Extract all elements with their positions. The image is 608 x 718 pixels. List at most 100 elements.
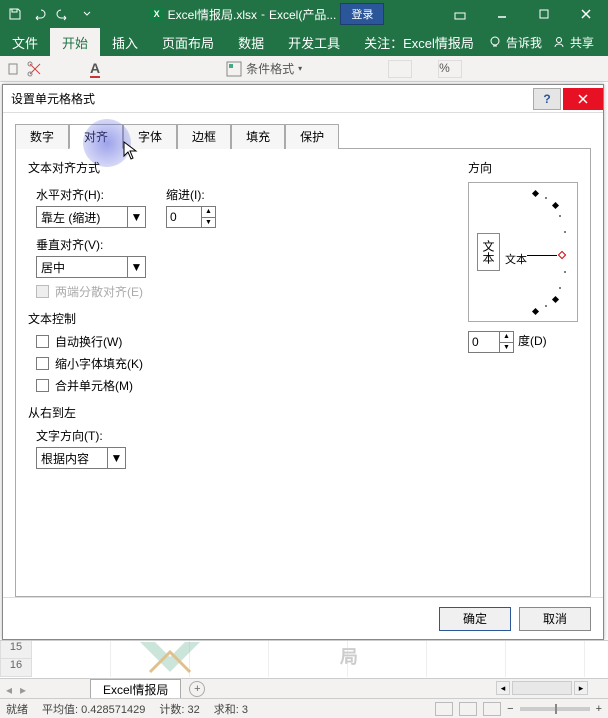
- cond-format-icon: [226, 61, 242, 77]
- degree-input[interactable]: [469, 335, 501, 349]
- redo-icon[interactable]: [52, 3, 74, 25]
- text-control-section-label: 文本控制: [28, 310, 456, 327]
- minimize-icon[interactable]: [484, 3, 520, 25]
- dialog-help-button[interactable]: ?: [533, 88, 561, 110]
- row-headers: 15 16: [0, 641, 32, 677]
- orientation-handle[interactable]: [558, 251, 566, 259]
- halign-value: 靠左 (缩进): [41, 209, 100, 226]
- orientation-line: [527, 255, 557, 256]
- indent-label: 缩进(I):: [166, 186, 216, 203]
- degree-spinner[interactable]: ▲▼: [468, 331, 514, 353]
- scroll-track[interactable]: [512, 681, 572, 695]
- tab-nav-next-icon[interactable]: ▸: [20, 683, 32, 695]
- valign-combo[interactable]: 居中 ▼: [36, 256, 146, 278]
- spin-up-icon[interactable]: ▲: [202, 207, 215, 218]
- zoom-slider[interactable]: [520, 707, 590, 711]
- dialog-tabstrip: 数字 对齐 字体 边框 填充 保护: [15, 123, 591, 149]
- percent-icon[interactable]: %: [438, 60, 462, 78]
- chevron-down-icon: ▼: [107, 448, 125, 468]
- dialog-titlebar: 设置单元格格式 ?: [3, 85, 603, 113]
- format-cells-dialog: 设置单元格格式 ? 数字 对齐 字体 边框 填充 保护 文本对齐方式 水平对齐(…: [2, 84, 604, 640]
- dlgtab-protection[interactable]: 保护: [285, 124, 339, 149]
- orientation-dial[interactable]: 文本: [501, 189, 571, 317]
- dlgtab-alignment[interactable]: 对齐: [69, 124, 123, 149]
- add-sheet-button[interactable]: +: [189, 681, 205, 697]
- text-dir-combo[interactable]: 根据内容 ▼: [36, 447, 126, 469]
- ribbon-options-icon[interactable]: [442, 3, 478, 25]
- window-title: X Excel情报局.xlsx - Excel(产品... 登录: [98, 3, 436, 25]
- spin-up-icon[interactable]: ▲: [500, 332, 513, 343]
- tell-me-text[interactable]: 告诉我: [506, 34, 542, 51]
- align-group-icon[interactable]: [388, 60, 412, 78]
- cancel-button[interactable]: 取消: [519, 607, 591, 631]
- shrink-checkbox[interactable]: [36, 357, 49, 370]
- tab-developer[interactable]: 开发工具: [276, 28, 352, 56]
- sheet-tab[interactable]: Excel情报局: [90, 679, 181, 699]
- dlgtab-fill[interactable]: 填充: [231, 124, 285, 149]
- qat-dropdown-icon[interactable]: [76, 3, 98, 25]
- alignment-panel: 文本对齐方式 水平对齐(H): 靠左 (缩进) ▼ 缩进(I): ▲▼: [15, 149, 591, 597]
- login-button[interactable]: 登录: [340, 3, 384, 25]
- view-pagebreak-icon[interactable]: [483, 702, 501, 716]
- valign-value: 居中: [41, 259, 65, 276]
- close-window-icon[interactable]: [568, 3, 604, 25]
- orientation-section-label: 方向: [468, 159, 578, 176]
- view-normal-icon[interactable]: [435, 702, 453, 716]
- tab-custom[interactable]: 关注：Excel情报局: [352, 28, 486, 56]
- excel-app-icon: X: [150, 7, 164, 21]
- status-sum: 求和: 3: [214, 701, 248, 717]
- horizontal-scrollbar[interactable]: ◂ ▸: [496, 681, 588, 695]
- font-color-icon[interactable]: A: [90, 60, 100, 78]
- spin-down-icon[interactable]: ▼: [202, 218, 215, 228]
- scroll-left-icon[interactable]: ◂: [496, 681, 510, 695]
- person-icon: [552, 35, 566, 49]
- wrap-checkbox[interactable]: [36, 335, 49, 348]
- row-header[interactable]: 15: [0, 641, 32, 659]
- share-button[interactable]: 共享: [546, 34, 600, 51]
- indent-spinner[interactable]: ▲▼: [166, 206, 216, 228]
- tab-pagelayout[interactable]: 页面布局: [150, 28, 226, 56]
- dialog-close-button[interactable]: [563, 88, 603, 110]
- conditional-format-button[interactable]: 条件格式 ▾: [226, 60, 302, 77]
- dlgtab-number[interactable]: 数字: [15, 124, 69, 149]
- shrink-label: 缩小字体填充(K): [55, 355, 143, 372]
- sheet-cells[interactable]: [32, 641, 608, 677]
- text-dir-value: 根据内容: [41, 450, 89, 467]
- worksheet-area: 15 16 局: [0, 640, 608, 678]
- maximize-icon[interactable]: [526, 3, 562, 25]
- tab-home[interactable]: 开始: [50, 28, 100, 56]
- status-count: 计数: 32: [159, 701, 199, 717]
- row-header[interactable]: 16: [0, 659, 32, 677]
- rtl-section-label: 从右到左: [28, 404, 456, 421]
- halign-label: 水平对齐(H):: [36, 186, 146, 203]
- merge-checkbox[interactable]: [36, 379, 49, 392]
- dialog-footer: 确定 取消: [3, 597, 603, 639]
- spin-down-icon[interactable]: ▼: [500, 343, 513, 353]
- paste-icon[interactable]: [6, 62, 20, 76]
- tab-insert[interactable]: 插入: [100, 28, 150, 56]
- save-icon[interactable]: [4, 3, 26, 25]
- cut-icon[interactable]: [26, 60, 44, 78]
- ok-button[interactable]: 确定: [439, 607, 511, 631]
- tab-nav-prev-icon[interactable]: ◂: [6, 683, 18, 695]
- status-avg: 平均值: 0.428571429: [42, 701, 145, 717]
- zoom-out-icon[interactable]: −: [507, 703, 513, 715]
- orientation-control[interactable]: 文本 文本: [468, 182, 578, 322]
- cond-format-label: 条件格式: [246, 60, 294, 77]
- view-pagelayout-icon[interactable]: [459, 702, 477, 716]
- dlgtab-border[interactable]: 边框: [177, 124, 231, 149]
- share-label: 共享: [570, 34, 594, 51]
- tab-file[interactable]: 文件: [0, 28, 50, 56]
- zoom-in-icon[interactable]: +: [596, 703, 602, 715]
- scroll-right-icon[interactable]: ▸: [574, 681, 588, 695]
- halign-combo[interactable]: 靠左 (缩进) ▼: [36, 206, 146, 228]
- window-controls: [442, 3, 604, 25]
- chevron-down-icon: ▼: [127, 207, 145, 227]
- appname-text: Excel(产品...: [269, 6, 336, 23]
- indent-input[interactable]: [167, 210, 199, 224]
- undo-icon[interactable]: [28, 3, 50, 25]
- app-titlebar: X Excel情报局.xlsx - Excel(产品... 登录: [0, 0, 608, 28]
- orientation-vertical-text[interactable]: 文本: [477, 233, 500, 271]
- tab-data[interactable]: 数据: [226, 28, 276, 56]
- ribbon-body: A 条件格式 ▾ %: [0, 56, 608, 82]
